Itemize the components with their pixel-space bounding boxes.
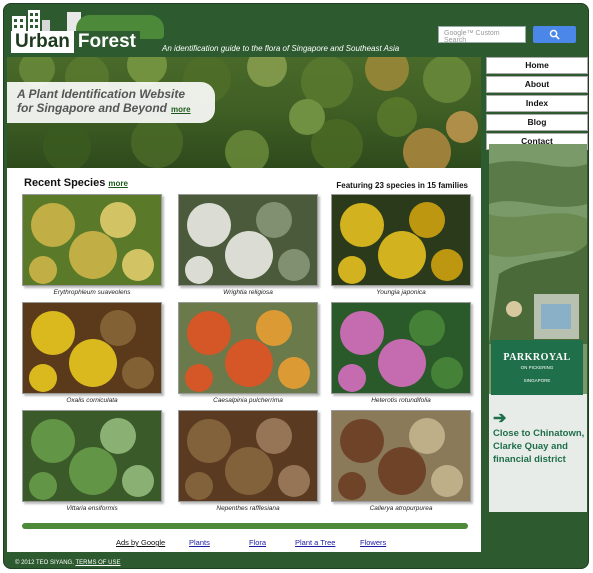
hero-callout: A Plant Identification Website for Singa… [7, 82, 215, 123]
species-photo[interactable] [178, 302, 318, 394]
species-card[interactable]: Caesalpinia pulcherrima [178, 302, 318, 404]
copyright-text: © 2012 TEO SIYANG. [15, 560, 74, 566]
ad-link-plants[interactable]: Plants [189, 538, 210, 547]
species-card[interactable]: Wrightia religiosa [178, 194, 318, 296]
logo-urban-text: Urban [11, 31, 74, 53]
species-photo[interactable] [331, 302, 471, 394]
species-photo[interactable] [331, 194, 471, 286]
page-frame: Urban Forest An identification guide to … [3, 3, 589, 569]
species-caption[interactable]: Heterotis rotundifolia [331, 397, 471, 404]
search-button[interactable] [533, 26, 576, 43]
main-content: A Plant Identification Website for Singa… [7, 57, 481, 552]
species-photo[interactable] [178, 194, 318, 286]
nav-blog[interactable]: Blog [486, 114, 588, 131]
ad-link-plant-a-tree[interactable]: Plant a Tree [295, 538, 335, 547]
site-tagline: An identification guide to the flora of … [162, 44, 400, 53]
copyright-notice: © 2012 TEO SIYANG. TERMS OF USE [15, 560, 120, 566]
logo-forest-text: Forest [73, 31, 140, 53]
hotel-brand-subtitle: ON PICKERING [520, 365, 554, 370]
hotel-brand-logo: PARKROYAL ON PICKERING SINGAPORE [491, 340, 583, 395]
hotel-advertisement[interactable]: PARKROYAL ON PICKERING SINGAPORE ➔ Close… [489, 144, 587, 512]
ad-link-flowers[interactable]: Flowers [360, 538, 386, 547]
recent-species-heading: Recent Species more [24, 177, 128, 189]
terms-of-use-link[interactable]: TERMS OF USE [75, 560, 120, 566]
arrow-right-icon: ➔ [493, 410, 507, 427]
search-input[interactable]: Google™ Custom Search [438, 26, 526, 44]
hero-title-line1: A Plant Identification Website [17, 87, 186, 101]
species-photo[interactable] [22, 410, 162, 502]
hotel-ad-text: Close to Chinatown, Clarke Quay and fina… [493, 428, 585, 465]
site-logo[interactable]: Urban Forest [11, 31, 140, 53]
hero-title-line2: for Singapore and Beyond more [17, 101, 205, 117]
content-divider [22, 523, 468, 529]
species-photo[interactable] [331, 410, 471, 502]
species-photo[interactable] [22, 302, 162, 394]
search-icon [549, 29, 560, 40]
hero-title-line2-text: for Singapore and Beyond [17, 101, 168, 115]
site-header: Urban Forest An identification guide to … [4, 4, 590, 56]
species-caption[interactable]: Callerya atropurpurea [331, 505, 471, 512]
species-caption[interactable]: Vittaria ensiformis [22, 505, 162, 512]
species-caption[interactable]: Youngia japonica [331, 289, 471, 296]
hotel-brand-name: PARKROYAL [503, 352, 571, 363]
ads-by-google-link[interactable]: Ads by Google [116, 538, 165, 547]
species-caption[interactable]: Oxalis corniculata [22, 397, 162, 404]
species-caption[interactable]: Erythrophleum suaveolens [22, 289, 162, 296]
species-card[interactable]: Oxalis corniculata [22, 302, 162, 404]
species-photo[interactable] [22, 194, 162, 286]
hero-more-link[interactable]: more [171, 105, 191, 114]
recent-species-more-link[interactable]: more [108, 179, 128, 188]
species-card[interactable]: Erythrophleum suaveolens [22, 194, 162, 296]
nav-index[interactable]: Index [486, 95, 588, 112]
species-caption[interactable]: Nepenthes rafflesiana [178, 505, 318, 512]
species-card[interactable]: Heterotis rotundifolia [331, 302, 471, 404]
main-navigation: Home About Index Blog Contact [486, 57, 588, 152]
nav-home[interactable]: Home [486, 57, 588, 74]
species-card[interactable]: Vittaria ensiformis [22, 410, 162, 512]
hotel-brand-city: SINGAPORE [523, 378, 551, 383]
species-photo[interactable] [178, 410, 318, 502]
ad-link-flora[interactable]: Flora [249, 538, 266, 547]
nav-about[interactable]: About [486, 76, 588, 93]
hero-banner: A Plant Identification Website for Singa… [7, 57, 481, 168]
species-caption[interactable]: Caesalpinia pulcherrima [178, 397, 318, 404]
species-card[interactable]: Youngia japonica [331, 194, 471, 296]
species-count: Featuring 23 species in 15 families [336, 181, 468, 190]
recent-species-title: Recent Species [24, 177, 106, 189]
species-card[interactable]: Callerya atropurpurea [331, 410, 471, 512]
species-caption[interactable]: Wrightia religiosa [178, 289, 318, 296]
species-card[interactable]: Nepenthes rafflesiana [178, 410, 318, 512]
